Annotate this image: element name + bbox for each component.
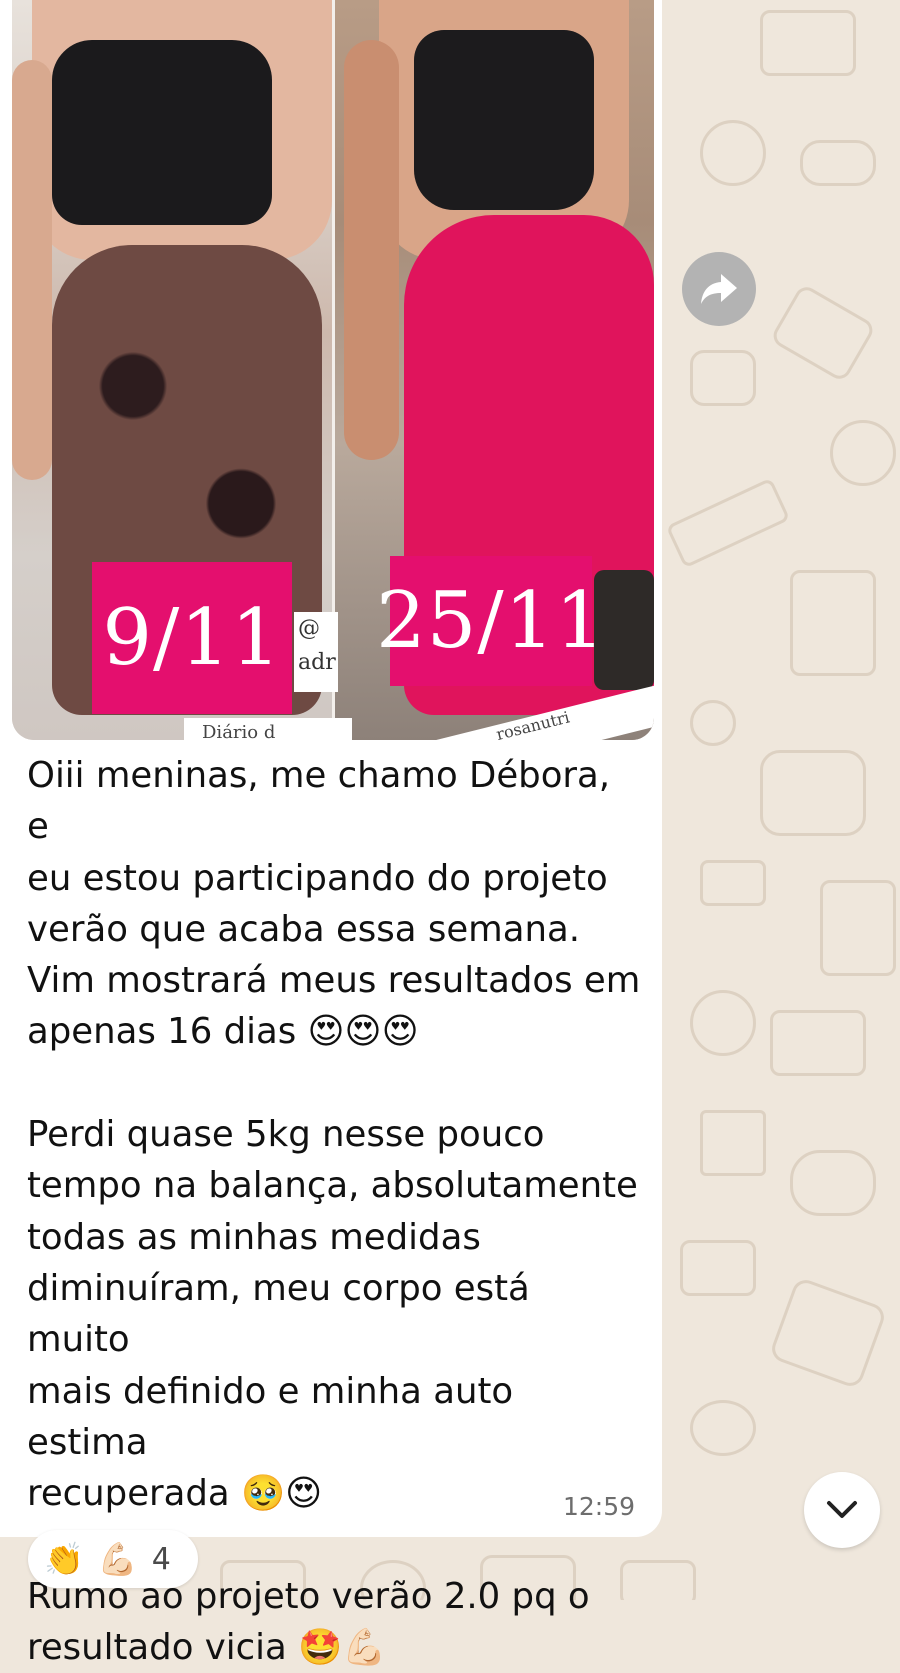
before-date-label: 9/11: [92, 562, 292, 714]
reactions-pill[interactable]: 👏 💪🏻 4: [28, 1530, 198, 1588]
message-timestamp: 12:59: [563, 1492, 636, 1521]
message-bubble[interactable]: 9/11 25/11 @ adr Diário d rosanutri Oiii…: [0, 0, 662, 1668]
message-photo[interactable]: 9/11 25/11 @ adr Diário d rosanutri: [12, 0, 654, 740]
handle-fragment: adr: [298, 650, 336, 675]
chevron-down-icon: [827, 1501, 857, 1518]
handle-at-sign: @: [298, 616, 320, 641]
clap-emoji: 👏: [44, 1540, 84, 1578]
after-date-label: 25/11: [376, 556, 605, 686]
forward-arrow-icon: [701, 274, 737, 304]
scroll-to-bottom-button[interactable]: [804, 1472, 880, 1548]
instagram-handle-tag: @ adr: [294, 612, 338, 692]
diary-tag: Diário d: [184, 718, 352, 740]
forward-button[interactable]: [682, 252, 756, 326]
reaction-count: 4: [151, 1541, 171, 1577]
flexed-biceps-emoji: 💪🏻: [97, 1540, 138, 1578]
